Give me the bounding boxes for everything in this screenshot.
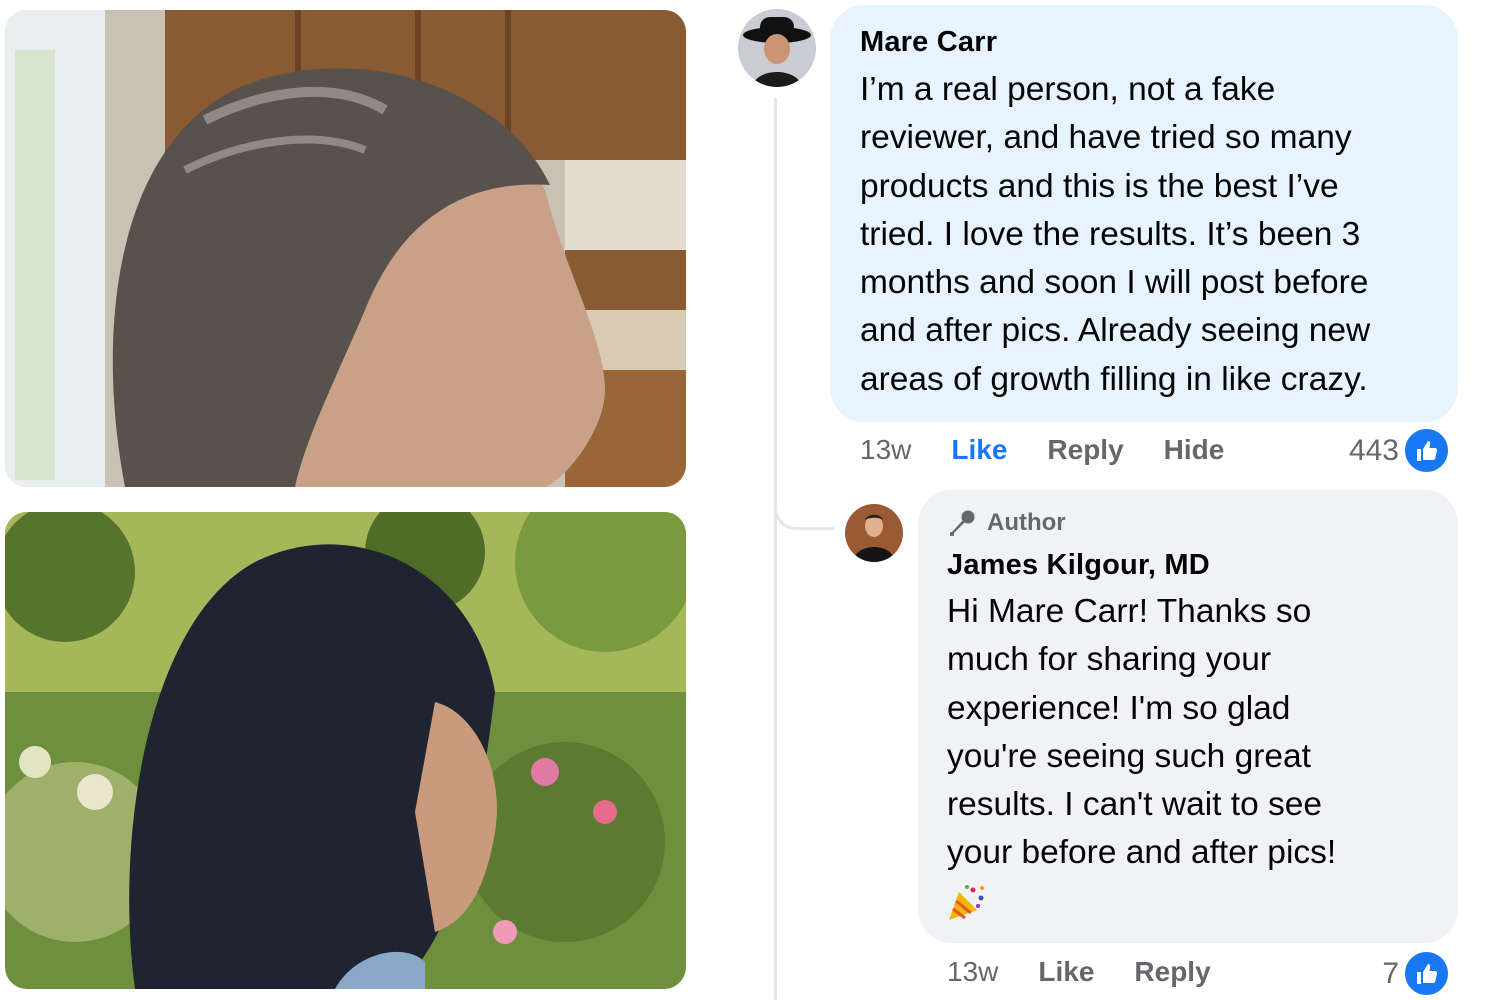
reply-text: Hi Mare Carr! Thanks so much for sharing… — [947, 593, 1337, 872]
reaction-summary[interactable]: 443 — [1349, 427, 1450, 474]
before-photo[interactable] — [5, 10, 686, 487]
avatar[interactable] — [845, 504, 903, 562]
mare-avatar-image — [738, 9, 816, 87]
reply-button[interactable]: Reply — [1047, 434, 1123, 466]
comment-author-name[interactable]: Mare Carr — [860, 26, 997, 59]
comment-text: I’m a real person, not a fake reviewer, … — [860, 71, 1371, 398]
reply-author-name[interactable]: James Kilgour, MD — [947, 549, 1210, 582]
thumbs-up-icon — [1403, 427, 1450, 474]
reply-actions: 13w Like Reply — [947, 956, 1251, 988]
thread-line — [774, 98, 777, 1000]
before-photo-image — [5, 10, 686, 487]
comment-actions: 13w Like Reply Hide — [860, 434, 1264, 466]
comment-timestamp[interactable]: 13w — [860, 434, 911, 466]
like-button[interactable]: Like — [1038, 956, 1094, 988]
party-popper-icon — [949, 885, 984, 920]
after-photo[interactable] — [5, 512, 686, 989]
reply-button[interactable]: Reply — [1134, 956, 1210, 988]
reaction-count: 443 — [1348, 433, 1399, 467]
james-avatar-image — [845, 504, 903, 562]
hide-button[interactable]: Hide — [1164, 434, 1225, 466]
thumbs-up-icon — [1403, 950, 1450, 997]
after-photo-image — [5, 512, 686, 989]
thread-connector — [774, 470, 834, 530]
reaction-count: 7 — [1382, 956, 1399, 990]
avatar[interactable] — [738, 9, 816, 87]
author-badge-label: Author — [987, 509, 1066, 536]
reply-timestamp[interactable]: 13w — [947, 956, 998, 988]
reaction-summary[interactable]: 7 — [1382, 950, 1450, 997]
microphone-icon — [950, 510, 975, 536]
like-button[interactable]: Like — [951, 434, 1007, 466]
author-badge: Author — [947, 508, 1066, 538]
